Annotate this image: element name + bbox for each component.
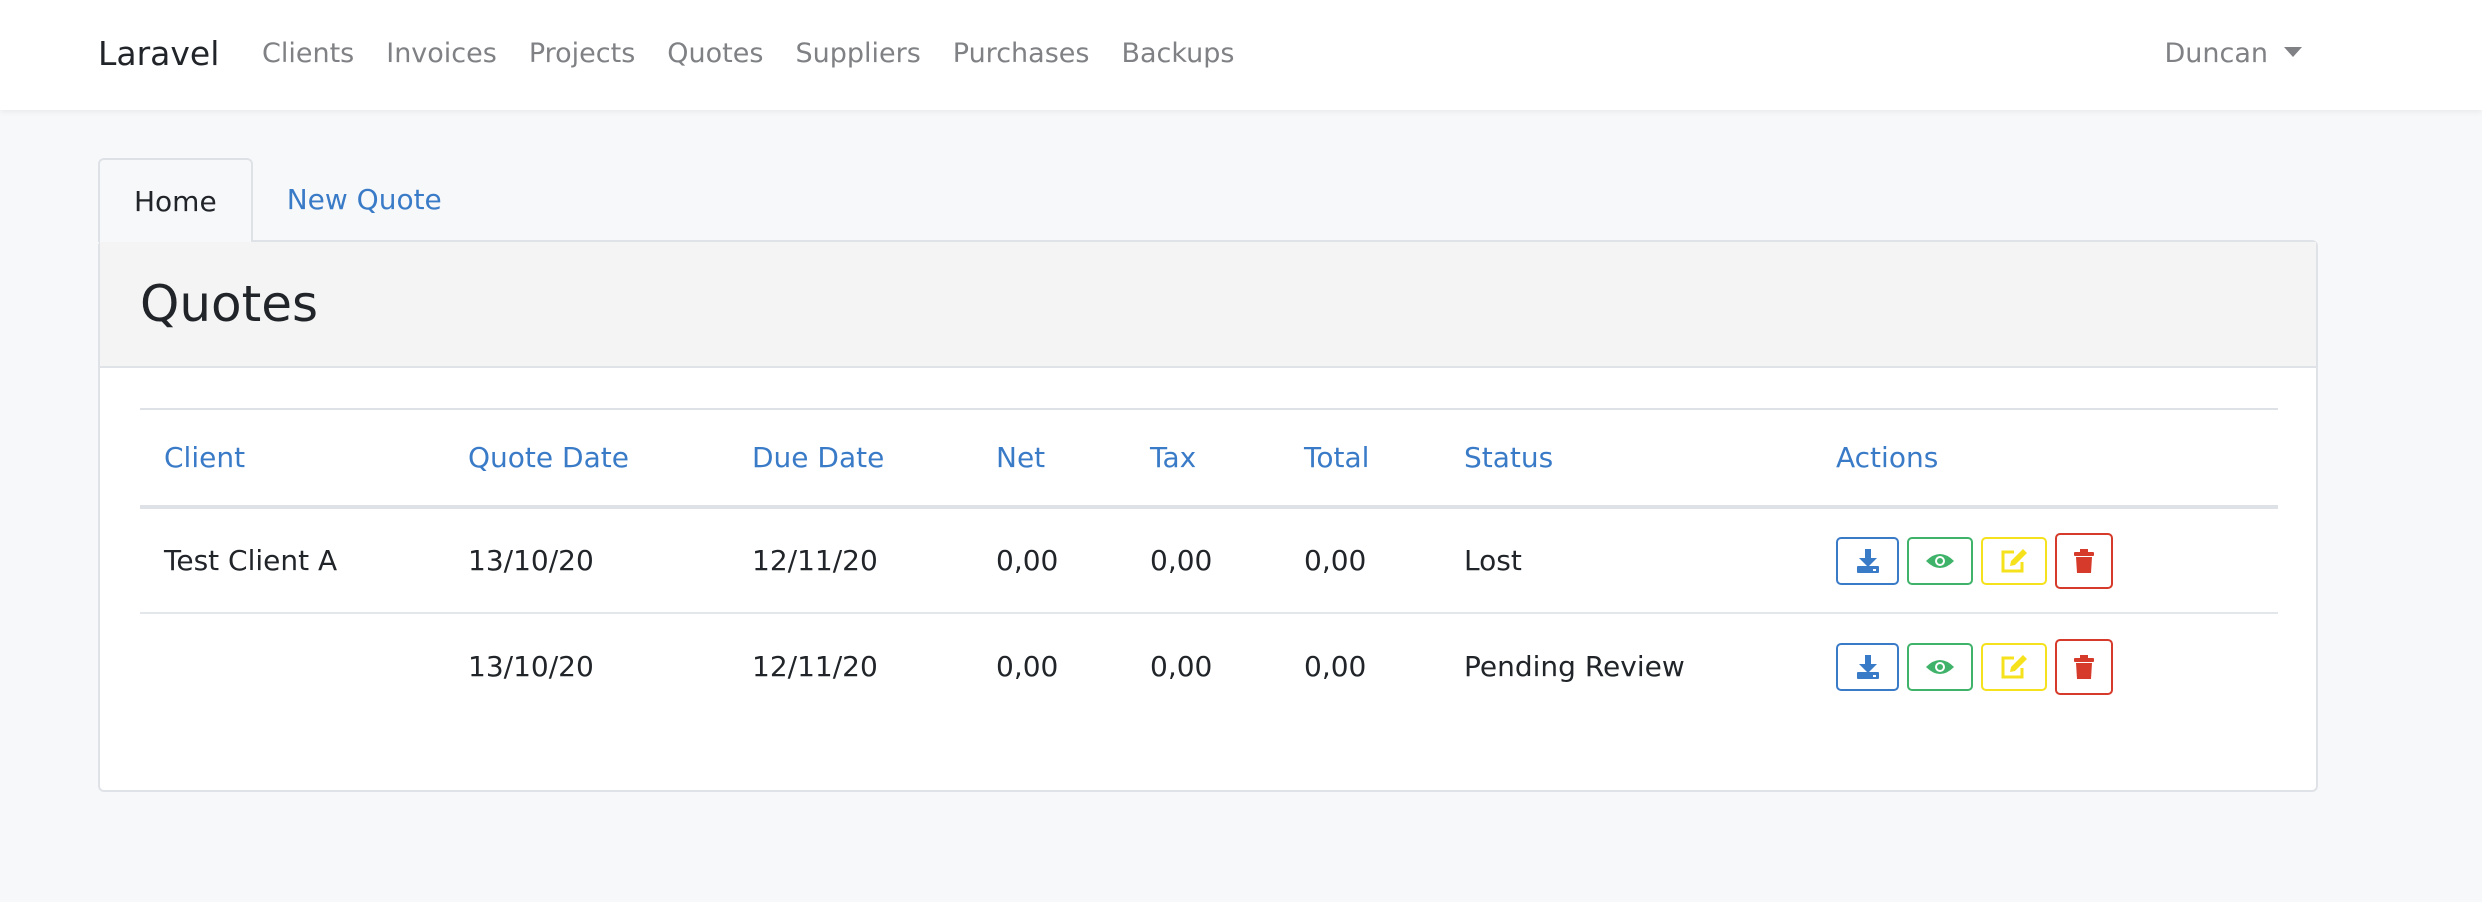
tabs: Home New Quote [98, 158, 476, 242]
download-icon [1856, 654, 1879, 679]
column-header-total[interactable]: Total [1280, 408, 1440, 509]
cell-status: Pending Review [1464, 650, 1685, 683]
column-header-tax[interactable]: Tax [1126, 408, 1280, 509]
column-header-due-date[interactable]: Due Date [728, 408, 972, 509]
delete-button[interactable] [2055, 532, 2113, 589]
user-name: Duncan [2164, 38, 2268, 69]
column-header-quote-date[interactable]: Quote Date [444, 408, 728, 509]
download-button[interactable] [1836, 642, 1899, 691]
trash-icon [2074, 654, 2094, 679]
download-icon [1856, 548, 1879, 573]
nav-link-quotes[interactable]: Quotes [667, 36, 763, 72]
column-header-net[interactable]: Net [972, 408, 1126, 509]
cell-client [140, 613, 444, 719]
cell-client: Test Client A [140, 507, 444, 614]
cell-tax: 0,00 [1126, 507, 1280, 614]
page-title: Quotes [140, 275, 319, 333]
eye-icon [1926, 553, 1954, 568]
table-row: Test Client A 13/10/20 12/11/20 0,00 0,0… [140, 507, 2278, 614]
nav-links: Clients Invoices Projects Quotes Supplie… [262, 36, 1267, 72]
cell-quote-date: 13/10/20 [444, 507, 728, 614]
nav-link-suppliers[interactable]: Suppliers [795, 36, 920, 72]
caret-down-icon [2284, 47, 2302, 57]
row-actions [1836, 532, 2278, 589]
cell-due-date: 12/11/20 [728, 507, 972, 614]
cell-actions [1812, 507, 2278, 614]
table-header-row: Client Quote Date Due Date Net Tax Total… [140, 408, 2278, 509]
column-header-status[interactable]: Status [1440, 408, 1812, 509]
row-actions [1836, 638, 2278, 695]
nav-link-backups[interactable]: Backups [1121, 36, 1234, 72]
cell-actions [1812, 613, 2278, 719]
cell-quote-date: 13/10/20 [468, 650, 594, 683]
cell-due-date: 12/11/20 [752, 650, 878, 683]
nav-link-projects[interactable]: Projects [529, 36, 635, 72]
delete-button[interactable] [2055, 638, 2113, 695]
edit-button[interactable] [1981, 536, 2047, 585]
view-button[interactable] [1907, 536, 1973, 585]
column-header-client[interactable]: Client [140, 408, 444, 509]
eye-icon [1926, 659, 1954, 674]
download-button[interactable] [1836, 536, 1899, 585]
tab-home[interactable]: Home [98, 158, 253, 242]
cell-net: 0,00 [996, 650, 1059, 683]
cell-net: 0,00 [972, 507, 1126, 614]
nav-link-clients[interactable]: Clients [262, 36, 354, 72]
cell-total: 0,00 [1280, 507, 1440, 614]
tab-new-quote[interactable]: New Quote [253, 158, 476, 240]
quotes-card: Quotes Client Quote Date Due Date Net Ta… [98, 240, 2318, 792]
edit-icon [2001, 548, 2027, 572]
card-header: Quotes [100, 242, 2316, 368]
nav-link-purchases[interactable]: Purchases [953, 36, 1090, 72]
brand-link[interactable]: Laravel [98, 34, 219, 74]
cell-tax: 0,00 [1150, 650, 1213, 683]
cell-total: 0,00 [1304, 650, 1367, 683]
cell-status: Lost [1440, 507, 1812, 614]
edit-button[interactable] [1981, 642, 2047, 691]
user-menu-dropdown[interactable]: Duncan [2164, 36, 2302, 72]
edit-icon [2001, 654, 2027, 678]
trash-icon [2074, 548, 2094, 573]
navbar: Laravel Clients Invoices Projects Quotes… [0, 0, 2482, 110]
table-row: 13/10/20 12/11/20 0,00 0,00 0,00 Pending… [140, 613, 2278, 719]
nav-link-invoices[interactable]: Invoices [386, 36, 497, 72]
view-button[interactable] [1907, 642, 1973, 691]
quotes-table: Client Quote Date Due Date Net Tax Total… [140, 408, 2278, 719]
column-header-actions: Actions [1812, 408, 2278, 509]
